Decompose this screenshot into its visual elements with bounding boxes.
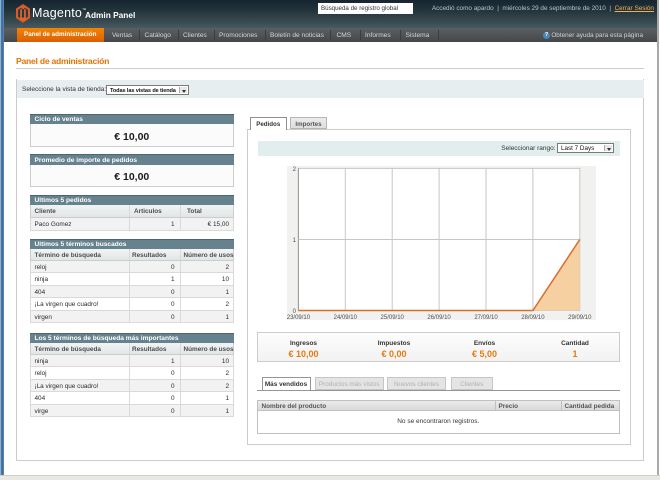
svg-text:26/09/10: 26/09/10 <box>427 315 451 321</box>
svg-text:24/09/10: 24/09/10 <box>334 315 358 321</box>
svg-text:29/09/10: 29/09/10 <box>568 315 592 321</box>
svg-text:28/09/10: 28/09/10 <box>521 315 545 321</box>
svg-text:25/09/10: 25/09/10 <box>381 315 405 321</box>
svg-text:23/09/10: 23/09/10 <box>287 315 311 321</box>
svg-text:27/09/10: 27/09/10 <box>474 315 498 321</box>
